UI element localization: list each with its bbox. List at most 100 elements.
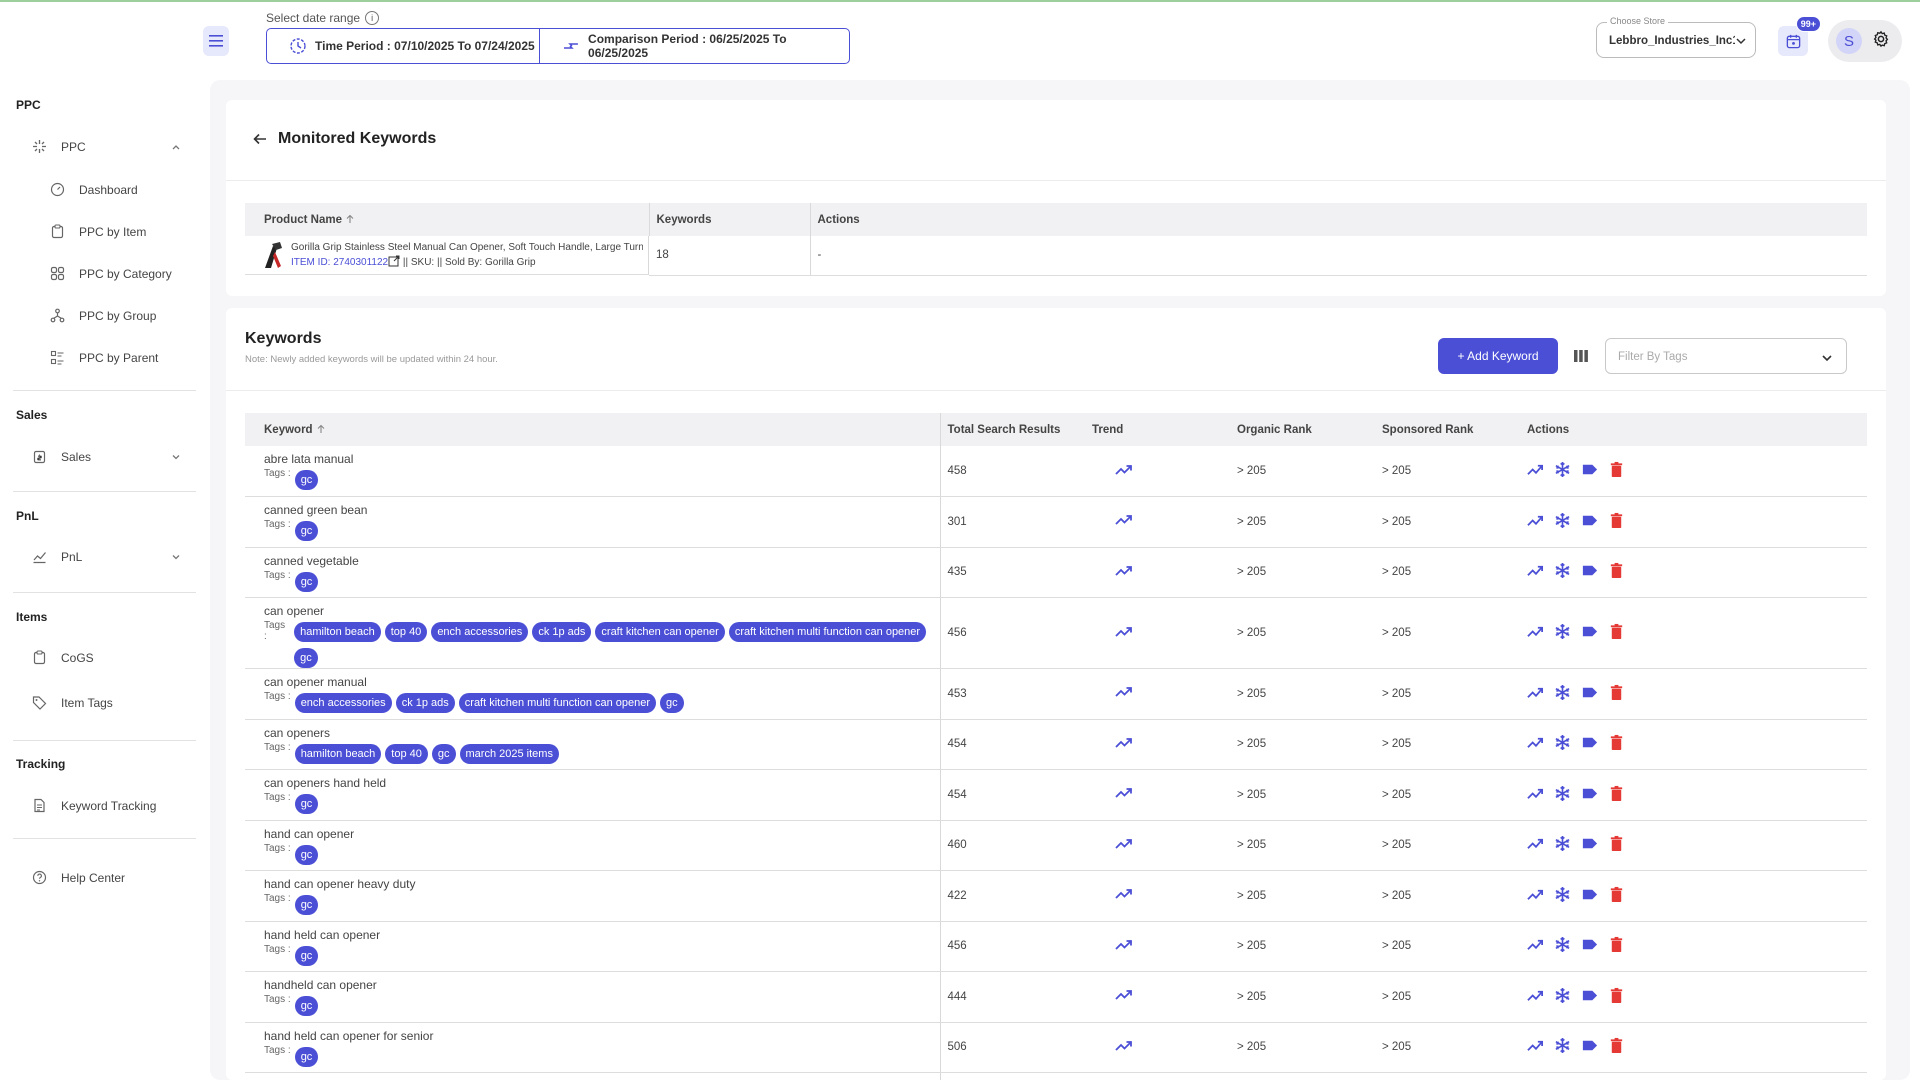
delete-button[interactable] xyxy=(1608,785,1625,805)
snowflake-icon[interactable] xyxy=(1554,512,1571,529)
trend-cell[interactable] xyxy=(1085,446,1230,497)
trending-up-icon[interactable] xyxy=(1527,1037,1544,1054)
tag-button[interactable] xyxy=(1581,886,1598,906)
date-range-picker[interactable]: Time Period : 07/10/2025 To 07/24/2025 C… xyxy=(266,28,850,64)
tag-chip[interactable]: craft kitchen multi function can opener xyxy=(728,622,927,642)
snowflake-icon[interactable] xyxy=(1554,1037,1571,1054)
view-trend-button[interactable] xyxy=(1527,562,1544,582)
sidebar-item-help-center[interactable]: Help Center xyxy=(32,870,125,885)
menu-toggle-button[interactable] xyxy=(203,26,229,56)
tag-chip[interactable]: gc xyxy=(660,693,684,713)
label-icon[interactable] xyxy=(1581,734,1598,751)
tag-chip[interactable]: gc xyxy=(294,1046,319,1067)
chevron-down-icon[interactable] xyxy=(170,551,182,563)
trending-up-icon[interactable] xyxy=(1527,461,1544,478)
freeze-button[interactable] xyxy=(1554,835,1571,855)
tag-chip[interactable]: gc xyxy=(431,743,456,764)
chevron-down-icon[interactable] xyxy=(170,451,182,463)
sidebar-group-ppc[interactable]: PPC xyxy=(32,139,86,154)
trend-cell[interactable] xyxy=(1085,547,1230,598)
sidebar-group-sales[interactable]: Sales xyxy=(32,449,91,464)
freeze-button[interactable] xyxy=(1554,1037,1571,1057)
trending-up-icon[interactable] xyxy=(1527,562,1544,579)
trend-cell[interactable] xyxy=(1085,719,1230,770)
snowflake-icon[interactable] xyxy=(1554,562,1571,579)
external-link-icon[interactable] xyxy=(388,255,400,267)
tag-chip[interactable]: ench accessories xyxy=(431,622,529,642)
trash-icon[interactable] xyxy=(1608,1037,1625,1054)
trash-icon[interactable] xyxy=(1608,562,1625,579)
delete-button[interactable] xyxy=(1608,936,1625,956)
trending-up-icon[interactable] xyxy=(1115,737,1133,749)
settings-button[interactable] xyxy=(1872,30,1890,53)
tag-button[interactable] xyxy=(1581,936,1598,956)
tag-button[interactable] xyxy=(1581,734,1598,754)
delete-button[interactable] xyxy=(1608,835,1625,855)
tag-chip[interactable]: gc xyxy=(294,470,319,490)
tag-button[interactable] xyxy=(1581,623,1598,643)
label-icon[interactable] xyxy=(1581,886,1598,903)
tag-chip[interactable]: hamilton beach xyxy=(294,743,382,764)
trash-icon[interactable] xyxy=(1608,512,1625,529)
trash-icon[interactable] xyxy=(1608,461,1625,478)
delete-button[interactable] xyxy=(1608,734,1625,754)
user-menu[interactable]: S xyxy=(1828,20,1902,62)
freeze-button[interactable] xyxy=(1554,684,1571,704)
sort-up-icon[interactable] xyxy=(316,424,326,434)
label-icon[interactable] xyxy=(1581,562,1598,579)
sidebar-item-ppc-by-group[interactable]: PPC by Group xyxy=(50,308,156,323)
tag-chip[interactable]: march 2025 items xyxy=(459,743,559,764)
label-icon[interactable] xyxy=(1581,461,1598,478)
trending-up-icon[interactable] xyxy=(1527,734,1544,751)
view-trend-button[interactable] xyxy=(1527,512,1544,532)
tag-chip[interactable]: top 40 xyxy=(384,622,428,642)
tag-chip[interactable]: gc xyxy=(294,571,319,592)
snowflake-icon[interactable] xyxy=(1554,461,1571,478)
snowflake-icon[interactable] xyxy=(1554,987,1571,1004)
tag-chip[interactable]: ck 1p ads xyxy=(395,693,455,713)
sidebar-item-keyword-tracking[interactable]: Keyword Tracking xyxy=(32,798,156,813)
view-trend-button[interactable] xyxy=(1527,684,1544,704)
delete-button[interactable] xyxy=(1608,623,1625,643)
trending-up-icon[interactable] xyxy=(1527,835,1544,852)
trend-cell[interactable] xyxy=(1085,668,1230,720)
info-icon[interactable]: i xyxy=(365,11,380,25)
trash-icon[interactable] xyxy=(1608,734,1625,751)
trending-up-icon[interactable] xyxy=(1115,686,1133,698)
sidebar-item-ppc-by-category[interactable]: PPC by Category xyxy=(50,266,172,281)
chevron-up-icon[interactable] xyxy=(170,141,182,153)
tag-chip[interactable]: gc xyxy=(294,648,318,668)
tag-button[interactable] xyxy=(1581,461,1598,481)
add-keyword-button[interactable]: + Add Keyword xyxy=(1438,338,1558,374)
trend-cell[interactable] xyxy=(1085,1072,1230,1080)
trending-up-icon[interactable] xyxy=(1527,623,1544,640)
view-trend-button[interactable] xyxy=(1527,461,1544,481)
trend-cell[interactable] xyxy=(1085,921,1230,972)
trending-up-icon[interactable] xyxy=(1527,512,1544,529)
label-icon[interactable] xyxy=(1581,1037,1598,1054)
snowflake-icon[interactable] xyxy=(1554,734,1571,751)
tag-button[interactable] xyxy=(1581,835,1598,855)
sidebar-item-ppc-by-item[interactable]: PPC by Item xyxy=(50,224,146,239)
freeze-button[interactable] xyxy=(1554,512,1571,532)
trending-up-icon[interactable] xyxy=(1115,1040,1133,1052)
tag-chip[interactable]: gc xyxy=(294,895,319,915)
view-trend-button[interactable] xyxy=(1527,835,1544,855)
tag-button[interactable] xyxy=(1581,785,1598,805)
trash-icon[interactable] xyxy=(1608,886,1625,903)
label-icon[interactable] xyxy=(1581,512,1598,529)
columns-icon[interactable] xyxy=(1573,348,1589,364)
tag-chip[interactable]: ench accessories xyxy=(294,693,392,713)
trash-icon[interactable] xyxy=(1608,987,1625,1004)
sidebar-item-dashboard[interactable]: Dashboard xyxy=(50,182,138,197)
column-header-keyword[interactable]: Keyword xyxy=(245,413,941,446)
tag-chip[interactable]: gc xyxy=(294,794,319,814)
trending-up-icon[interactable] xyxy=(1527,684,1544,701)
trend-cell[interactable] xyxy=(1085,496,1230,548)
freeze-button[interactable] xyxy=(1554,886,1571,906)
view-trend-button[interactable] xyxy=(1527,936,1544,956)
freeze-button[interactable] xyxy=(1554,987,1571,1007)
snowflake-icon[interactable] xyxy=(1554,835,1571,852)
store-select[interactable]: Choose Store Lebbro_Industries_Inc10... xyxy=(1596,16,1756,58)
label-icon[interactable] xyxy=(1581,623,1598,640)
